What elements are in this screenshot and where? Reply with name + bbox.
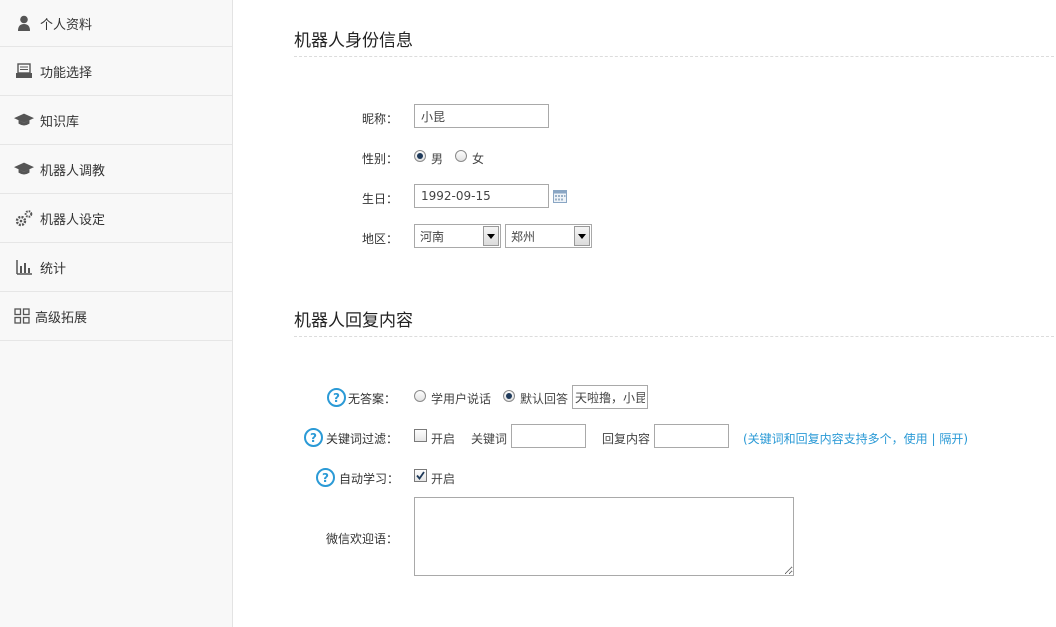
reply-section-title: 机器人回复内容: [294, 311, 413, 331]
wechat-welcome-textarea[interactable]: [414, 497, 794, 576]
identity-section-title: 机器人身份信息: [294, 31, 413, 51]
bar-chart-icon: [14, 257, 34, 277]
learn-user-text: 学用户说话: [431, 392, 492, 406]
keyword-hint: (关键词和回复内容支持多个，使用 | 隔开): [743, 432, 969, 446]
birthday-label: 生日：: [361, 192, 398, 206]
sidebar-item-stats[interactable]: 统计: [0, 243, 232, 292]
auto-learn-label: 自动学习：: [339, 472, 400, 486]
gender-female-radio[interactable]: [455, 150, 467, 162]
section-divider: [294, 336, 1054, 337]
sidebar-item-label: 统计: [40, 261, 67, 277]
sidebar-item-label: 机器人调教: [40, 163, 106, 179]
sidebar-item-functions[interactable]: 功能选择: [0, 47, 232, 96]
gender-male-text: 男: [431, 152, 444, 166]
sidebar-item-label: 知识库: [40, 114, 80, 130]
help-icon[interactable]: ?: [327, 388, 346, 407]
sidebar-item-profile[interactable]: 个人资料: [0, 0, 232, 47]
province-value: 河南: [420, 229, 445, 244]
tray-icon: [14, 61, 34, 81]
nickname-label: 昵称：: [361, 112, 398, 126]
no-answer-label: 无答案：: [348, 392, 397, 406]
grid-icon: [12, 306, 32, 326]
help-icon[interactable]: ?: [304, 428, 323, 447]
reply-content-label: 回复内容: [602, 432, 651, 446]
checkmark-icon: [416, 471, 425, 480]
auto-learn-enable-text: 开启: [431, 472, 456, 486]
keyword-filter-checkbox[interactable]: [414, 429, 427, 442]
learn-user-radio[interactable]: [414, 390, 426, 402]
gears-icon: [14, 208, 34, 228]
section-divider: [294, 56, 1054, 57]
graduation-cap-icon: [14, 110, 34, 130]
sidebar-item-label: 高级拓展: [35, 310, 88, 326]
sidebar-item-advanced[interactable]: 高级拓展: [0, 292, 232, 341]
keyword-label: 关键词: [471, 432, 508, 446]
sidebar-item-training[interactable]: 机器人调教: [0, 145, 232, 194]
chevron-down-icon: [483, 226, 499, 246]
birthday-input[interactable]: [414, 184, 549, 208]
gender-male-radio[interactable]: [414, 150, 426, 162]
province-select[interactable]: 河南: [414, 224, 501, 248]
user-icon: [14, 13, 34, 33]
wechat-welcome-label: 微信欢迎语：: [325, 532, 398, 546]
sidebar-item-knowledge[interactable]: 知识库: [0, 96, 232, 145]
region-label: 地区：: [361, 232, 398, 246]
sidebar-item-settings[interactable]: 机器人设定: [0, 194, 232, 243]
chevron-down-icon: [574, 226, 590, 246]
sidebar-item-label: 机器人设定: [40, 212, 106, 228]
sidebar-item-label: 功能选择: [40, 65, 93, 81]
graduation-cap-icon: [14, 159, 34, 179]
reply-content-input[interactable]: [654, 424, 729, 448]
keyword-input[interactable]: [511, 424, 586, 448]
keyword-filter-label: 关键词过滤：: [326, 432, 399, 446]
nickname-input[interactable]: [414, 104, 549, 128]
keyword-filter-enable-text: 开启: [431, 432, 456, 446]
calendar-icon[interactable]: [553, 190, 567, 203]
sidebar-item-label: 个人资料: [40, 17, 93, 33]
help-icon[interactable]: ?: [316, 468, 335, 487]
gender-label: 性别：: [361, 152, 398, 166]
gender-female-text: 女: [472, 152, 485, 166]
default-reply-input[interactable]: [572, 385, 648, 409]
city-value: 郑州: [511, 229, 536, 244]
city-select[interactable]: 郑州: [505, 224, 592, 248]
auto-learn-checkbox[interactable]: [414, 469, 427, 482]
default-reply-text: 默认回答: [520, 392, 569, 406]
default-reply-radio[interactable]: [503, 390, 515, 402]
sidebar: 个人资料 功能选择 知识库 机器人调教 机器人设定 统计 高级拓展: [0, 0, 233, 627]
